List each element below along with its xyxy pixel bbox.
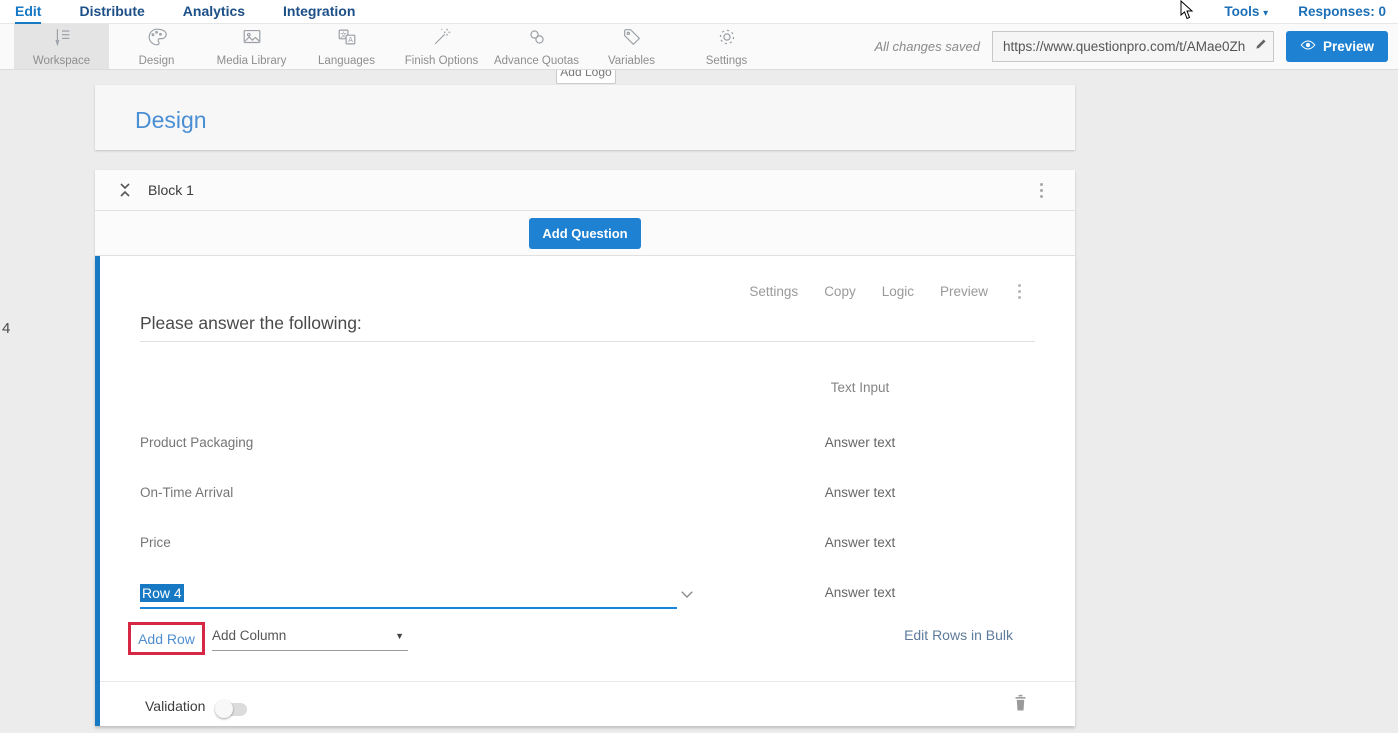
edit-rows-in-bulk-link[interactable]: Edit Rows in Bulk xyxy=(904,627,1013,643)
tab-variables[interactable]: Variables xyxy=(584,24,679,69)
tab-advance-quotas[interactable]: Advance Quotas xyxy=(489,24,584,69)
selected-text: Row 4 xyxy=(140,584,184,602)
dropdown-caret-icon: ▼ xyxy=(395,631,404,641)
add-row-highlight-box: Add Row xyxy=(128,622,205,655)
row-label-input[interactable]: Row 4 xyxy=(140,585,677,609)
settings-icon xyxy=(716,26,738,53)
answer-text-placeholder[interactable]: Answer text xyxy=(660,535,1060,550)
row-label[interactable]: Price xyxy=(140,535,171,550)
tab-workspace[interactable]: Workspace xyxy=(14,24,109,69)
matrix-row: Product Packaging Answer text xyxy=(100,435,1075,457)
collapse-block-icon[interactable] xyxy=(118,181,132,199)
page-title: Design xyxy=(135,107,207,134)
top-navigation: Edit Distribute Analytics Integration To… xyxy=(0,0,1398,24)
question-title[interactable]: Please answer the following: xyxy=(140,313,362,334)
delete-question-icon[interactable] xyxy=(1013,694,1028,717)
preview-button[interactable]: Preview xyxy=(1286,31,1388,62)
design-icon xyxy=(146,26,168,53)
nav-item-analytics[interactable]: Analytics xyxy=(183,0,245,24)
chevron-down-icon: ▾ xyxy=(1263,8,1268,19)
add-row-button[interactable]: Add Row xyxy=(138,631,195,647)
block-title: Block 1 xyxy=(148,182,194,198)
nav-menu: Edit Distribute Analytics Integration xyxy=(15,0,355,24)
eye-icon xyxy=(1300,39,1316,54)
question-toolbar: Settings Copy Logic Preview xyxy=(749,280,1025,303)
column-header-text-input[interactable]: Text Input xyxy=(660,380,1060,395)
responses-count[interactable]: Responses: 0 xyxy=(1298,4,1386,19)
answer-text-placeholder[interactable]: Answer text xyxy=(660,585,1060,600)
block-header: Block 1 xyxy=(95,170,1075,211)
tab-finish-options[interactable]: Finish Options xyxy=(394,24,489,69)
answer-text-placeholder[interactable]: Answer text xyxy=(660,485,1060,500)
add-question-bar: Add Question xyxy=(95,211,1075,256)
question-logic-link[interactable]: Logic xyxy=(882,284,914,299)
block-menu-icon[interactable] xyxy=(1036,179,1047,202)
add-question-button[interactable]: Add Question xyxy=(529,218,640,249)
tab-design[interactable]: Design xyxy=(109,24,204,69)
nav-item-distribute[interactable]: Distribute xyxy=(79,0,144,24)
finish-options-icon xyxy=(431,26,453,53)
answer-text-placeholder[interactable]: Answer text xyxy=(660,435,1060,450)
survey-url-field[interactable] xyxy=(992,31,1274,62)
tab-settings[interactable]: Settings xyxy=(679,24,774,69)
save-status: All changes saved xyxy=(874,39,980,54)
question-preview-link[interactable]: Preview xyxy=(940,284,988,299)
media-library-icon xyxy=(241,26,263,53)
design-header-card: Design xyxy=(95,85,1075,150)
languages-icon: 文A xyxy=(336,26,358,53)
row-actions: Add Row Add Column ▼ Edit Rows in Bulk xyxy=(100,622,1075,666)
divider xyxy=(100,681,1075,682)
edit-url-icon[interactable] xyxy=(1249,37,1273,56)
matrix-row-editing: Row 4 Answer text xyxy=(100,585,1075,607)
nav-item-edit[interactable]: Edit xyxy=(15,0,41,24)
variables-icon xyxy=(621,26,643,53)
tools-dropdown[interactable]: Tools ▾ xyxy=(1224,4,1268,19)
survey-url-input[interactable] xyxy=(993,39,1249,54)
row-label[interactable]: Product Packaging xyxy=(140,435,253,450)
nav-item-integration[interactable]: Integration xyxy=(283,0,355,24)
validation-toggle[interactable] xyxy=(217,703,247,716)
workspace-icon xyxy=(51,26,73,53)
row-label[interactable]: On-Time Arrival xyxy=(140,485,233,500)
question-card: Settings Copy Logic Preview Please answe… xyxy=(95,256,1075,726)
add-column-dropdown[interactable]: Add Column ▼ xyxy=(212,627,408,651)
tab-languages[interactable]: 文A Languages xyxy=(299,24,394,69)
matrix-row: Price Answer text xyxy=(100,535,1075,557)
tab-media-library[interactable]: Media Library xyxy=(204,24,299,69)
validation-row: Validation xyxy=(100,694,1075,724)
editor-toolbar: Workspace Design Media Library 文A Langua… xyxy=(0,24,1398,70)
advance-quotas-icon xyxy=(526,26,548,53)
question-title-underline xyxy=(140,341,1035,342)
question-settings-link[interactable]: Settings xyxy=(749,284,798,299)
question-copy-link[interactable]: Copy xyxy=(824,284,856,299)
validation-label: Validation xyxy=(145,698,205,714)
question-number: 4 xyxy=(2,320,10,337)
matrix-row: On-Time Arrival Answer text xyxy=(100,485,1075,507)
toggle-knob xyxy=(215,700,233,718)
svg-text:A: A xyxy=(348,37,353,44)
question-menu-icon[interactable] xyxy=(1014,280,1025,303)
